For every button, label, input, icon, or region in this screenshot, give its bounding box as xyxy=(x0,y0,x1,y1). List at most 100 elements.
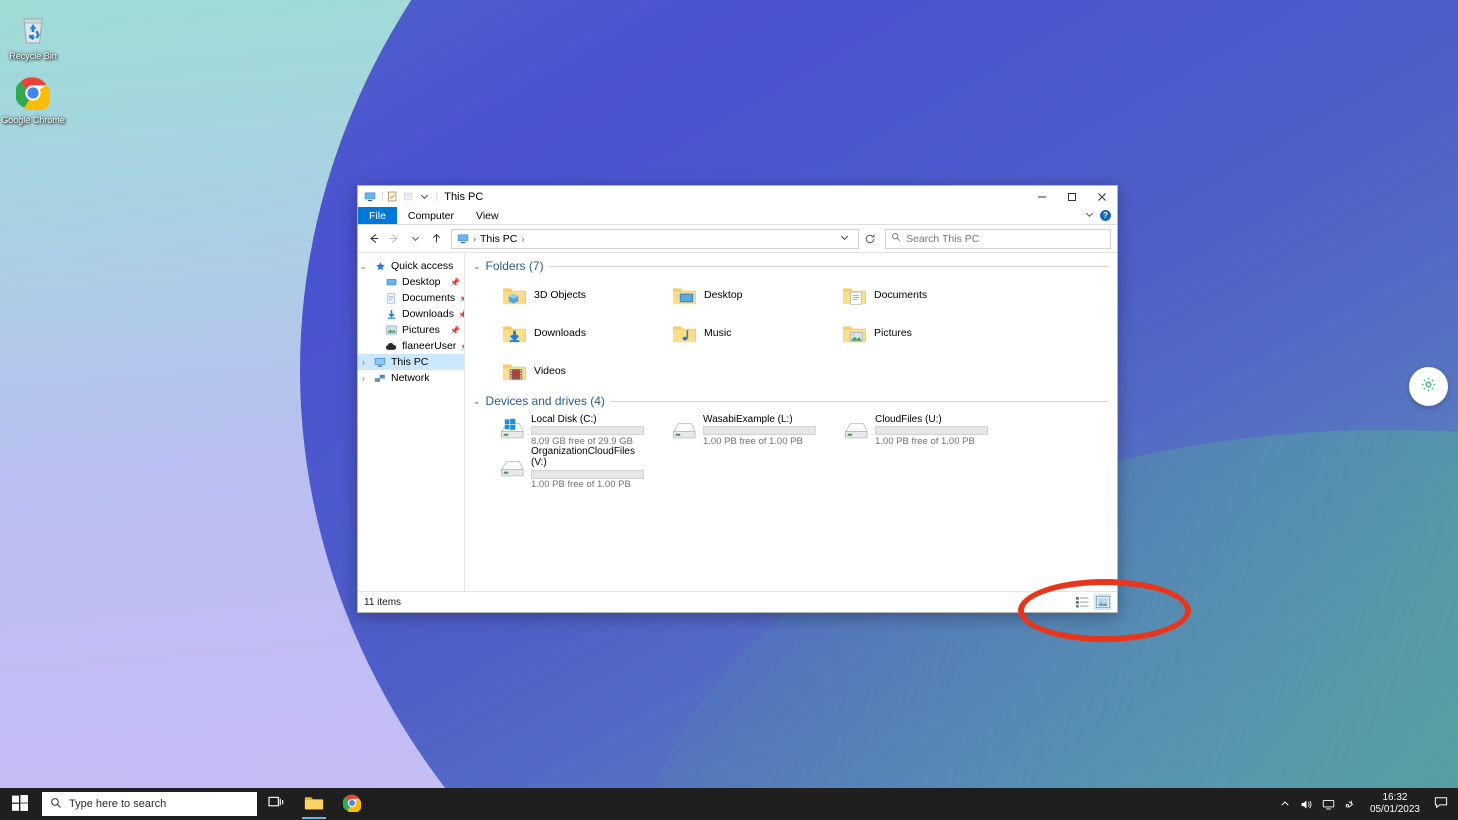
back-button[interactable] xyxy=(364,229,383,248)
file-explorer-window[interactable]: | | This PC File Computer View ? › This … xyxy=(357,185,1191,642)
bluetooth-devices-icon[interactable] xyxy=(1340,788,1362,820)
drive-label: CloudFiles (U:) xyxy=(875,413,942,425)
clock-time: 16:32 xyxy=(1382,792,1408,803)
details-view-icon[interactable] xyxy=(1074,594,1091,610)
network-drive-icon xyxy=(843,418,869,442)
group-header-devices-and-drives[interactable]: ⌄ Devices and drives (4) xyxy=(473,394,1109,408)
pin-icon[interactable]: 📌 xyxy=(450,278,460,287)
desktop-icon-label: Recycle Bin xyxy=(9,51,57,61)
new-folder-icon[interactable] xyxy=(402,190,415,203)
chevron-down-icon[interactable]: ⌄ xyxy=(473,261,481,272)
volume-icon[interactable] xyxy=(1296,788,1318,820)
minimize-button[interactable] xyxy=(1027,186,1057,207)
tab-computer[interactable]: Computer xyxy=(397,207,465,224)
drive-capacity-bar xyxy=(703,426,816,435)
navigation-pane[interactable]: ⌄ Quick access Desktop 📌 Documents Downl… xyxy=(358,253,465,591)
sidebar-item-flaneeruser[interactable]: flaneerUser 📌 xyxy=(358,338,464,354)
window-controls[interactable] xyxy=(1027,186,1117,207)
folder-tile-downloads[interactable]: Downloads xyxy=(473,314,643,352)
chevron-right-icon[interactable]: › xyxy=(358,358,369,367)
drive-tile-local-disk-c[interactable]: Local Disk (C:) 8.09 GB free of 29.9 GB xyxy=(473,411,645,449)
drive-free-text: 1.00 PB free of 1.00 PB xyxy=(703,435,803,447)
drive-tile-cloudfiles-u[interactable]: CloudFiles (U:) 1.00 PB free of 1.00 PB xyxy=(817,411,989,449)
search-box[interactable] xyxy=(885,228,1111,249)
forward-button[interactable] xyxy=(385,229,404,248)
sidebar-item-this-pc[interactable]: › This PC xyxy=(358,354,464,370)
help-button[interactable]: ? xyxy=(1100,210,1111,221)
refresh-button[interactable] xyxy=(861,229,879,249)
status-bar: 11 items xyxy=(358,591,1117,612)
address-bar-row[interactable]: › This PC › xyxy=(358,225,1117,252)
maximize-button[interactable] xyxy=(1057,186,1087,207)
action-center-icon xyxy=(1434,796,1448,812)
windows-start-icon xyxy=(12,794,28,814)
sidebar-item-downloads[interactable]: Downloads 📌 xyxy=(358,306,464,322)
large-icons-view-icon[interactable] xyxy=(1094,594,1111,610)
taskbar-file-explorer-button[interactable] xyxy=(295,788,333,820)
tab-file[interactable]: File xyxy=(358,207,397,224)
ribbon-tab-bar[interactable]: File Computer View ? xyxy=(358,207,1117,225)
folder-tile-3d-objects[interactable]: 3D Objects xyxy=(473,276,643,314)
sidebar-item-desktop[interactable]: Desktop 📌 xyxy=(358,274,464,290)
sidebar-item-quick-access[interactable]: ⌄ Quick access xyxy=(358,258,464,274)
system-tray[interactable]: 16:32 05/01/2023 xyxy=(1274,788,1458,820)
recent-locations-caret-icon[interactable] xyxy=(406,229,425,248)
chevron-right-icon[interactable]: › xyxy=(358,374,369,383)
taskbar-search-box[interactable]: Type here to search xyxy=(42,792,257,816)
sidebar-item-label: Documents xyxy=(402,292,456,304)
drive-capacity-bar xyxy=(531,469,644,479)
this-pc-icon[interactable] xyxy=(363,190,376,203)
start-button[interactable] xyxy=(0,788,40,820)
pin-icon[interactable]: 📌 xyxy=(450,326,460,335)
action-center-button[interactable] xyxy=(1428,788,1454,820)
collapse-ribbon-caret-icon[interactable] xyxy=(1085,210,1094,222)
drive-capacity-bar xyxy=(875,426,988,435)
folder-tile-videos[interactable]: Videos xyxy=(473,352,643,390)
sidebar-item-label: Pictures xyxy=(402,324,440,336)
desktop-icon-recycle-bin[interactable]: Recycle Bin xyxy=(0,8,66,61)
sidebar-item-pictures[interactable]: Pictures 📌 xyxy=(358,322,464,338)
taskbar-search-placeholder: Type here to search xyxy=(69,798,167,810)
downloads-icon xyxy=(384,309,398,320)
sidebar-item-documents[interactable]: Documents 📌 xyxy=(358,290,464,306)
sidebar-item-network[interactable]: › Network xyxy=(358,370,464,386)
folder-tile-label: Desktop xyxy=(704,289,743,301)
group-title: Folders (7) xyxy=(485,259,544,273)
window-title: This PC xyxy=(444,190,484,203)
pin-icon[interactable]: 📌 xyxy=(458,310,464,319)
network-drive-icon xyxy=(671,418,697,442)
breadcrumb-separator-tail[interactable]: › xyxy=(520,234,525,244)
folder-videos-icon xyxy=(501,358,527,384)
taskbar-clock[interactable]: 16:32 05/01/2023 xyxy=(1362,788,1428,820)
desktop-icon-google-chrome[interactable]: Google Chrome xyxy=(0,72,66,125)
search-input[interactable] xyxy=(906,232,1105,245)
close-button[interactable] xyxy=(1087,186,1117,207)
content-pane[interactable]: ⌄ Folders (7) 3D Objects Desktop Documen… xyxy=(465,253,1117,591)
taskbar-google-chrome-button[interactable] xyxy=(333,788,371,820)
drive-label: OrganizationCloudFiles (V:) xyxy=(531,446,635,468)
task-view-button[interactable] xyxy=(257,788,295,820)
address-dropdown-caret-icon[interactable] xyxy=(835,233,854,244)
chevron-down-icon[interactable]: ⌄ xyxy=(358,262,369,271)
breadcrumb-this-pc[interactable]: This PC xyxy=(477,233,520,245)
folder-tile-music[interactable]: Music xyxy=(643,314,813,352)
group-header-folders[interactable]: ⌄ Folders (7) xyxy=(473,259,1109,273)
drive-tile-organizationcloudfiles-v[interactable]: OrganizationCloudFiles (V:) 1.00 PB free… xyxy=(473,446,645,490)
drive-tile-wasabiexample-l[interactable]: WasabiExample (L:) 1.00 PB free of 1.00 … xyxy=(645,411,817,449)
folder-tile-documents[interactable]: Documents xyxy=(813,276,983,314)
folder-tile-desktop[interactable]: Desktop xyxy=(643,276,813,314)
taskbar[interactable]: Type here to search 16:32 05/01/2023 xyxy=(0,788,1458,820)
folder-desktop-icon xyxy=(671,282,697,308)
tab-view[interactable]: View xyxy=(465,207,510,224)
floating-settings-button[interactable] xyxy=(1409,367,1448,406)
properties-icon[interactable] xyxy=(386,190,399,203)
show-hidden-icons-chevron[interactable] xyxy=(1274,788,1296,820)
up-button[interactable] xyxy=(427,229,446,248)
chevron-down-icon[interactable]: ⌄ xyxy=(473,396,481,407)
this-pc-icon xyxy=(373,357,387,368)
network-monitor-icon[interactable] xyxy=(1318,788,1340,820)
title-bar[interactable]: | | This PC xyxy=(358,186,1117,207)
address-bar[interactable]: › This PC › xyxy=(451,228,859,249)
customize-caret-icon[interactable] xyxy=(418,190,431,203)
folder-tile-pictures[interactable]: Pictures xyxy=(813,314,983,352)
